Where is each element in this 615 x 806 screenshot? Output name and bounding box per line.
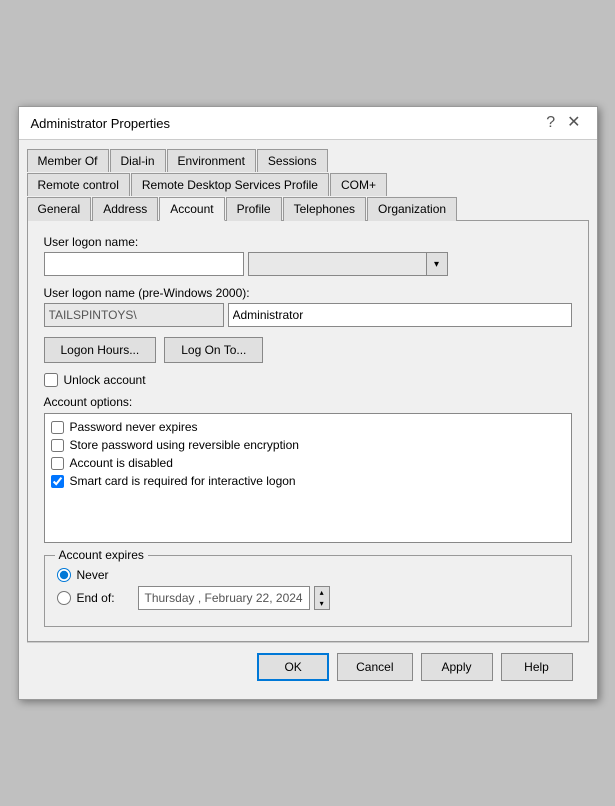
never-label: Never [77,568,132,582]
tabs-container: Member Of Dial-in Environment Sessions R… [19,140,597,220]
account-disabled-label: Account is disabled [70,456,173,470]
end-of-label: End of: [77,591,132,605]
logon-domain-arrow[interactable]: ▾ [426,252,448,276]
unlock-account-checkbox[interactable] [44,373,58,387]
logon-domain-combo: ▾ [248,252,448,276]
account-expires-groupbox: Account expires Never End of: Thursday ,… [44,555,572,627]
date-row: Thursday , February 22, 2024 ▴ ▾ [138,586,330,610]
account-options-group: Account options: Password never expires … [44,395,572,543]
tab-general[interactable]: General [27,197,92,221]
smart-card-required-checkbox[interactable] [51,475,64,488]
end-of-radio[interactable] [57,591,71,605]
smart-card-required-label: Smart card is required for interactive l… [70,474,296,488]
tab-row-3: General Address Account Profile Telephon… [27,196,589,220]
logon-name-label: User logon name: [44,235,572,249]
cancel-button[interactable]: Cancel [337,653,412,681]
tab-remote-control[interactable]: Remote control [27,173,130,196]
option-store-pwd-reversible: Store password using reversible encrypti… [45,436,571,454]
help-footer-button[interactable]: Help [501,653,573,681]
store-pwd-reversible-checkbox[interactable] [51,439,64,452]
account-options-listbox[interactable]: Password never expires Store password us… [44,413,572,543]
date-up-button[interactable]: ▴ [315,587,329,598]
tab-member-of[interactable]: Member Of [27,149,109,172]
tab-row-2: Remote control Remote Desktop Services P… [27,172,589,195]
date-value: Thursday , February 22, 2024 [145,591,303,605]
tab-row-1: Member Of Dial-in Environment Sessions [27,148,589,171]
dialog-window: Administrator Properties ? ✕ Member Of D… [18,106,598,700]
never-radio[interactable] [57,568,71,582]
option-pwd-never-expires: Password never expires [45,418,571,436]
tab-remote-desktop[interactable]: Remote Desktop Services Profile [131,173,329,196]
logon-domain-input[interactable] [248,252,426,276]
log-on-to-button[interactable]: Log On To... [164,337,263,363]
date-field[interactable]: Thursday , February 22, 2024 [138,586,310,610]
account-disabled-checkbox[interactable] [51,457,64,470]
tab-organization[interactable]: Organization [367,197,457,221]
tab-com[interactable]: COM+ [330,173,387,196]
tab-account[interactable]: Account [159,197,224,221]
logon-name-input[interactable] [44,252,244,276]
date-spinner[interactable]: ▴ ▾ [314,586,330,610]
tab-sessions[interactable]: Sessions [257,149,328,172]
date-down-button[interactable]: ▾ [315,598,329,609]
logon-name-row: ▾ [44,252,572,276]
logon-pre2000-name-input[interactable] [228,303,572,327]
tab-environment[interactable]: Environment [167,149,256,172]
ok-button[interactable]: OK [257,653,329,681]
unlock-account-label: Unlock account [64,373,146,387]
tab-address[interactable]: Address [92,197,158,221]
option-smart-card-required: Smart card is required for interactive l… [45,472,571,490]
title-bar-controls: ? ✕ [542,115,584,131]
tab-dial-in[interactable]: Dial-in [110,149,166,172]
logon-name-group: User logon name: ▾ [44,235,572,276]
unlock-account-row: Unlock account [44,373,572,387]
apply-button[interactable]: Apply [421,653,493,681]
logon-pre2000-row [44,303,572,327]
tab-telephones[interactable]: Telephones [283,197,366,221]
logon-pre2000-group: User logon name (pre-Windows 2000): [44,286,572,327]
never-radio-row: Never [57,568,559,582]
store-pwd-reversible-label: Store password using reversible encrypti… [70,438,299,452]
logon-pre2000-domain-input [44,303,224,327]
close-button[interactable]: ✕ [563,115,584,131]
logon-hours-button[interactable]: Logon Hours... [44,337,157,363]
tab-profile[interactable]: Profile [226,197,282,221]
account-tab-content: User logon name: ▾ User logon name (pre-… [27,220,589,642]
logon-buttons-row: Logon Hours... Log On To... [44,337,572,363]
title-bar: Administrator Properties ? ✕ [19,107,597,140]
footer-bar: OK Cancel Apply Help [27,642,589,691]
option-account-disabled: Account is disabled [45,454,571,472]
help-button[interactable]: ? [542,115,559,131]
end-of-radio-row: End of: Thursday , February 22, 2024 ▴ ▾ [57,586,559,610]
account-expires-legend: Account expires [55,548,148,562]
logon-pre2000-label: User logon name (pre-Windows 2000): [44,286,572,300]
account-options-label: Account options: [44,395,572,409]
pwd-never-expires-checkbox[interactable] [51,421,64,434]
pwd-never-expires-label: Password never expires [70,420,198,434]
dialog-title: Administrator Properties [31,116,170,131]
